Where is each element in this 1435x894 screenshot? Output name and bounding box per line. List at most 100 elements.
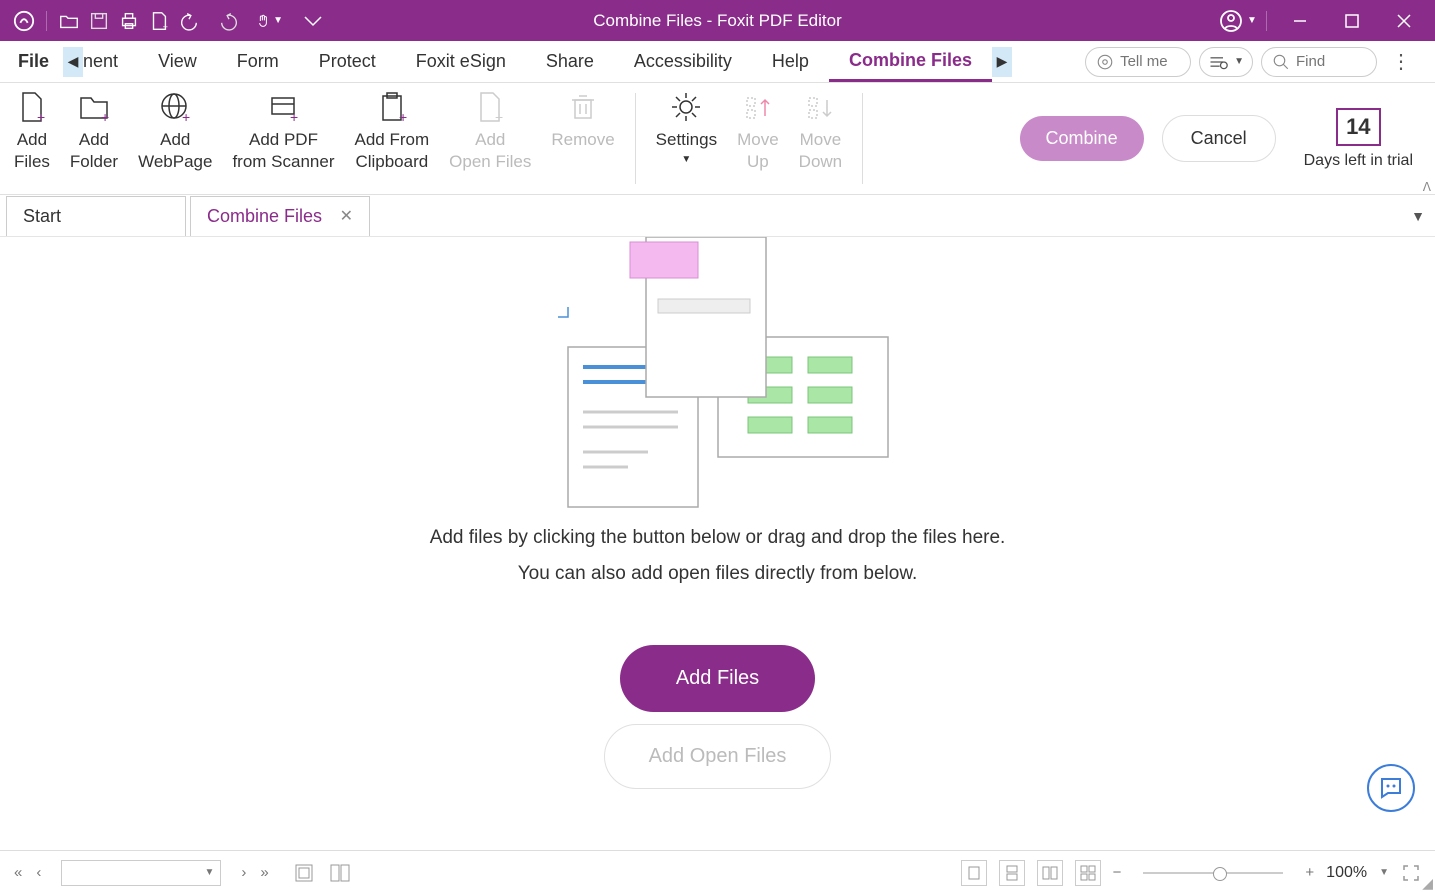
- scroll-tabs-left[interactable]: ◀: [63, 47, 83, 77]
- add-open-files-button: Add Open Files: [604, 724, 832, 789]
- tabstrip-menu-icon[interactable]: ▼: [1411, 208, 1425, 224]
- next-page-icon[interactable]: ›: [241, 864, 246, 881]
- close-tab-icon[interactable]: ✕: [340, 206, 353, 226]
- find-search[interactable]: [1261, 47, 1377, 77]
- dropdown-more-icon[interactable]: [299, 7, 327, 35]
- menu-partial[interactable]: nent: [83, 41, 138, 82]
- zoom-out-icon[interactable]: −: [1113, 864, 1122, 881]
- zoom-dropdown-icon[interactable]: ▼: [1379, 867, 1389, 878]
- tab-start[interactable]: Start: [6, 196, 186, 236]
- app-logo-icon[interactable]: [10, 7, 38, 35]
- view-continuous-facing-icon[interactable]: [1075, 860, 1101, 886]
- new-doc-icon[interactable]: +: [145, 7, 173, 35]
- titlebar: + ▼ Combine Files - Foxit PDF Editor ▼: [0, 0, 1435, 41]
- layout-icon-1[interactable]: [293, 862, 315, 884]
- last-page-icon[interactable]: »: [260, 864, 268, 881]
- svg-text:+: +: [101, 109, 109, 124]
- menu-file[interactable]: File: [8, 41, 63, 82]
- zoom-slider[interactable]: [1143, 872, 1283, 874]
- menu-combine-files[interactable]: Combine Files: [829, 41, 992, 82]
- globe-plus-icon: +: [158, 89, 192, 125]
- menu-help[interactable]: Help: [752, 41, 829, 82]
- svg-text:+: +: [495, 109, 503, 124]
- search-options[interactable]: ▼: [1199, 47, 1253, 77]
- ribbon-move-up: Move Up: [727, 89, 789, 173]
- menubar: File ◀ nent View Form Protect Foxit eSig…: [0, 41, 1435, 83]
- window-title: Combine Files - Foxit PDF Editor: [593, 11, 841, 31]
- svg-text:+: +: [37, 109, 45, 124]
- resize-grip-icon[interactable]: ◢: [1422, 875, 1433, 892]
- save-icon[interactable]: [85, 7, 113, 35]
- layout-icon-2[interactable]: [329, 862, 351, 884]
- ribbon-add-clipboard[interactable]: + Add From Clipboard: [345, 89, 440, 173]
- fullscreen-icon[interactable]: [1401, 863, 1421, 883]
- svg-text:+: +: [163, 22, 168, 32]
- clipboard-plus-icon: +: [375, 89, 409, 125]
- undo-icon[interactable]: [175, 7, 203, 35]
- file-open-plus-icon: +: [473, 89, 507, 125]
- ribbon-add-open-files: + Add Open Files: [439, 89, 541, 173]
- ribbon: + Add Files + Add Folder + Add WebPage +…: [0, 83, 1435, 195]
- open-icon[interactable]: [55, 7, 83, 35]
- find-input[interactable]: [1296, 53, 1366, 70]
- main-content: Add files by clicking the button below o…: [0, 237, 1435, 832]
- chevron-down-icon: ▼: [681, 153, 691, 166]
- ribbon-remove: Remove: [541, 89, 624, 151]
- trash-icon: [566, 89, 600, 125]
- scanner-plus-icon: +: [266, 89, 300, 125]
- file-plus-icon: +: [15, 89, 49, 125]
- redo-icon[interactable]: [215, 7, 243, 35]
- combine-illustration: [538, 237, 898, 517]
- folder-plus-icon: +: [77, 89, 111, 125]
- instruction-text-1: Add files by clicking the button below o…: [430, 527, 1006, 549]
- menu-foxit-esign[interactable]: Foxit eSign: [396, 41, 526, 82]
- move-up-icon: [741, 89, 775, 125]
- first-page-icon[interactable]: «: [14, 864, 22, 881]
- view-facing-icon[interactable]: [1037, 860, 1063, 886]
- zoom-percent: 100%: [1326, 864, 1367, 882]
- statusbar: « ‹ ▼ › » − + 100% ▼ ◢: [0, 850, 1435, 894]
- svg-text:+: +: [399, 109, 407, 124]
- gear-icon: [669, 89, 703, 125]
- menu-share[interactable]: Share: [526, 41, 614, 82]
- tellme-search[interactable]: [1085, 47, 1191, 77]
- hand-tool-icon[interactable]: ▼: [255, 7, 283, 35]
- ribbon-move-down: Move Down: [789, 89, 852, 173]
- close-button[interactable]: [1379, 1, 1429, 41]
- instruction-text-2: You can also add open files directly fro…: [518, 563, 918, 585]
- ribbon-settings[interactable]: Settings ▼: [646, 89, 727, 166]
- page-selector[interactable]: ▼: [61, 860, 221, 886]
- menu-accessibility[interactable]: Accessibility: [614, 41, 752, 82]
- menu-view[interactable]: View: [138, 41, 217, 82]
- trial-indicator[interactable]: 14 Days left in trial: [1294, 108, 1423, 170]
- cancel-button[interactable]: Cancel: [1162, 115, 1276, 162]
- print-icon[interactable]: [115, 7, 143, 35]
- svg-text:+: +: [290, 109, 298, 124]
- prev-page-icon[interactable]: ‹: [36, 864, 41, 881]
- tellme-input[interactable]: [1120, 53, 1180, 70]
- view-single-icon[interactable]: [961, 860, 987, 886]
- menu-protect[interactable]: Protect: [299, 41, 396, 82]
- collapse-ribbon-icon[interactable]: ᐱ: [1423, 180, 1431, 194]
- ribbon-add-folder[interactable]: + Add Folder: [60, 89, 128, 173]
- tab-combine-files[interactable]: Combine Files ✕: [190, 196, 370, 236]
- combine-button[interactable]: Combine: [1020, 116, 1144, 161]
- account-icon[interactable]: ▼: [1218, 7, 1258, 35]
- trial-days-label: Days left in trial: [1304, 152, 1413, 170]
- ribbon-add-files[interactable]: + Add Files: [4, 89, 60, 173]
- zoom-in-icon[interactable]: +: [1305, 864, 1314, 881]
- minimize-button[interactable]: [1275, 1, 1325, 41]
- scroll-tabs-right[interactable]: ▶: [992, 47, 1012, 77]
- add-files-button[interactable]: Add Files: [620, 645, 815, 712]
- trial-days-count: 14: [1336, 108, 1380, 146]
- ribbon-add-webpage[interactable]: + Add WebPage: [128, 89, 222, 173]
- menu-form[interactable]: Form: [217, 41, 299, 82]
- svg-text:+: +: [182, 109, 190, 124]
- ribbon-add-scanner[interactable]: + Add PDF from Scanner: [222, 89, 344, 173]
- document-tabstrip: Start Combine Files ✕ ▼: [0, 195, 1435, 237]
- view-continuous-icon[interactable]: [999, 860, 1025, 886]
- maximize-button[interactable]: [1327, 1, 1377, 41]
- move-down-icon: [803, 89, 837, 125]
- menu-more-icon[interactable]: ⋮: [1385, 49, 1417, 74]
- chat-help-icon[interactable]: [1367, 764, 1415, 812]
